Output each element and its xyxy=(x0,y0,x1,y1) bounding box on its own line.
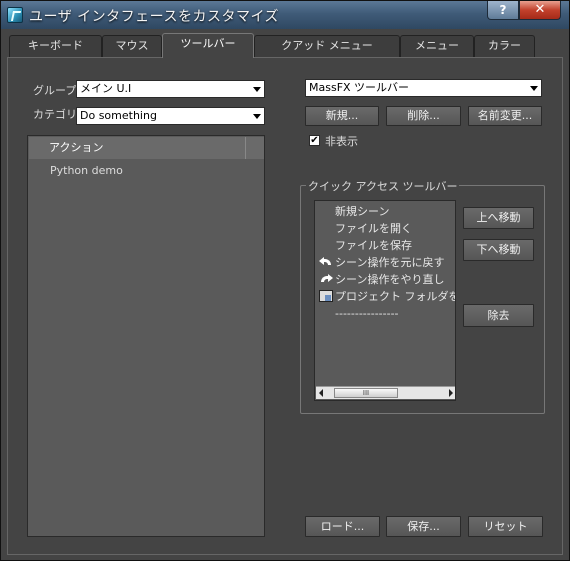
quick-access-list[interactable]: 新規シーン ファイルを開く ファイルを保存 シーン操作を元に戻す シーン操作をや… xyxy=(314,200,456,401)
list-item[interactable]: シーン操作をやり直し xyxy=(319,272,444,288)
tab-menus[interactable]: メニュー xyxy=(400,35,474,57)
close-button[interactable]: ✕ xyxy=(519,1,561,20)
quick-access-title: クイック アクセス ツールバー xyxy=(306,178,460,194)
group-dropdown-value: メイン U.I xyxy=(80,82,132,95)
delete-toolbar-button[interactable]: 削除... xyxy=(386,106,461,126)
list-item[interactable]: プロジェクト フォルダを設定 xyxy=(319,289,455,305)
move-up-button[interactable]: 上へ移動 xyxy=(463,207,534,229)
tab-colors[interactable]: カラー xyxy=(474,35,535,57)
category-label: カテゴリ: xyxy=(33,108,81,121)
category-dropdown-value: Do something xyxy=(80,109,157,122)
redo-icon xyxy=(319,273,333,285)
scrollbar-thumb[interactable]: III xyxy=(334,388,398,398)
toolbar-dropdown[interactable]: MassFX ツールバー xyxy=(305,79,542,97)
group-dropdown[interactable]: メイン U.I xyxy=(76,80,265,98)
project-folder-icon xyxy=(319,290,333,302)
list-item[interactable]: ファイルを開く xyxy=(319,221,412,237)
hide-checkbox[interactable]: ✔ xyxy=(309,135,320,146)
customize-ui-dialog: ユーザ インタフェースをカスタマイズ ? ✕ キーボード マウス ツールバー ク… xyxy=(0,0,570,561)
list-item[interactable]: ファイルを保存 xyxy=(319,238,412,254)
tab-bar: キーボード マウス ツールバー クアッド メニュー メニュー カラー xyxy=(1,33,569,58)
chevron-down-icon xyxy=(253,114,261,119)
new-toolbar-button[interactable]: 新規... xyxy=(305,106,379,126)
remove-button[interactable]: 除去 xyxy=(463,304,534,327)
tab-quad-menu[interactable]: クアッド メニュー xyxy=(254,35,400,57)
category-dropdown[interactable]: Do something xyxy=(76,107,265,125)
undo-icon xyxy=(319,256,333,268)
list-item[interactable]: シーン操作を元に戻す xyxy=(319,255,444,271)
chevron-down-icon xyxy=(253,87,261,92)
horizontal-scrollbar[interactable]: III xyxy=(316,386,455,399)
list-item[interactable]: Python demo xyxy=(50,164,123,177)
title-bar[interactable]: ユーザ インタフェースをカスタマイズ ? ✕ xyxy=(1,1,569,29)
tab-mouse[interactable]: マウス xyxy=(102,35,162,57)
scroll-right-arrow-icon[interactable] xyxy=(449,389,453,397)
action-list-header[interactable]: アクション xyxy=(29,137,246,159)
list-item[interactable]: 新規シーン xyxy=(319,204,389,220)
toolbars-panel: グループ: メイン U.I カテゴリ: Do something アクション P… xyxy=(7,57,563,555)
scroll-left-arrow-icon[interactable] xyxy=(319,389,323,397)
save-button[interactable]: 保存... xyxy=(386,516,461,537)
load-button[interactable]: ロード... xyxy=(305,516,380,537)
hide-label: 非表示 xyxy=(325,135,358,148)
app-logo-icon xyxy=(7,7,23,23)
tab-keyboard[interactable]: キーボード xyxy=(9,35,102,57)
rename-toolbar-button[interactable]: 名前変更... xyxy=(468,106,542,126)
reset-button[interactable]: リセット xyxy=(468,516,543,537)
action-list[interactable]: アクション Python demo xyxy=(27,135,265,537)
chevron-down-icon xyxy=(530,86,538,91)
group-label: グループ: xyxy=(33,84,81,97)
list-item[interactable]: ---------------- xyxy=(319,306,399,322)
move-down-button[interactable]: 下へ移動 xyxy=(463,239,534,261)
toolbar-dropdown-value: MassFX ツールバー xyxy=(309,81,410,94)
action-list-header-spacer xyxy=(246,137,264,159)
window-title: ユーザ インタフェースをカスタマイズ xyxy=(29,9,280,25)
tab-toolbars[interactable]: ツールバー xyxy=(162,33,254,58)
help-button[interactable]: ? xyxy=(487,1,519,20)
